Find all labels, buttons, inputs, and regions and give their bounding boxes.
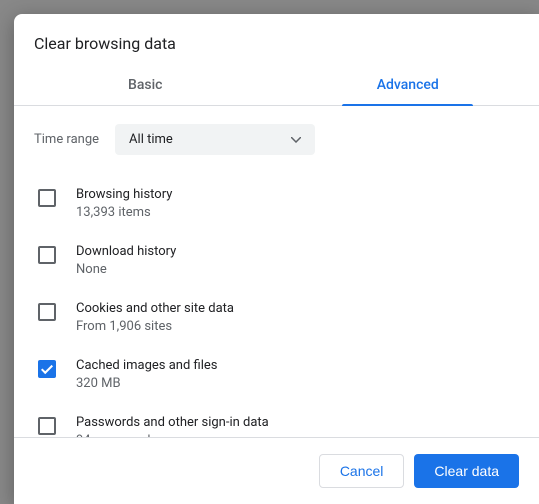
tabs: Basic Advanced <box>14 67 539 106</box>
item-title: Download history <box>76 244 176 259</box>
item-sub: None <box>76 262 176 277</box>
item-sub: 94 passwords <box>76 433 269 437</box>
item-download-history[interactable]: Download history None <box>34 234 519 291</box>
time-range-value: All time <box>129 132 173 147</box>
item-sub: 320 MB <box>76 376 217 391</box>
dialog-title: Clear browsing data <box>14 14 539 67</box>
time-range-row: Time range All time <box>34 124 519 155</box>
item-sub: From 1,906 sites <box>76 319 234 334</box>
cancel-button[interactable]: Cancel <box>319 454 405 488</box>
item-title: Cached images and files <box>76 358 217 373</box>
dialog-body: Time range All time Browsing history 13,… <box>14 106 539 437</box>
item-title: Passwords and other sign-in data <box>76 415 269 430</box>
clear-data-button[interactable]: Clear data <box>414 454 519 488</box>
item-sub: 13,393 items <box>76 205 172 220</box>
tab-basic[interactable]: Basic <box>14 67 277 105</box>
item-cookies[interactable]: Cookies and other site data From 1,906 s… <box>34 291 519 348</box>
item-passwords[interactable]: Passwords and other sign-in data 94 pass… <box>34 405 519 437</box>
time-range-label: Time range <box>34 132 99 147</box>
item-browsing-history[interactable]: Browsing history 13,393 items <box>34 177 519 234</box>
item-title: Browsing history <box>76 187 172 202</box>
item-cached[interactable]: Cached images and files 320 MB <box>34 348 519 405</box>
checkbox-download-history[interactable] <box>38 246 56 264</box>
clear-browsing-data-dialog: Clear browsing data Basic Advanced Time … <box>14 14 539 504</box>
checkbox-cached[interactable] <box>38 360 56 378</box>
checkbox-browsing-history[interactable] <box>38 189 56 207</box>
chevron-down-icon <box>291 137 301 143</box>
tab-advanced[interactable]: Advanced <box>277 67 539 105</box>
checkbox-passwords[interactable] <box>38 417 56 435</box>
time-range-select[interactable]: All time <box>115 124 315 155</box>
item-title: Cookies and other site data <box>76 301 234 316</box>
dialog-footer: Cancel Clear data <box>14 438 539 504</box>
checkbox-cookies[interactable] <box>38 303 56 321</box>
